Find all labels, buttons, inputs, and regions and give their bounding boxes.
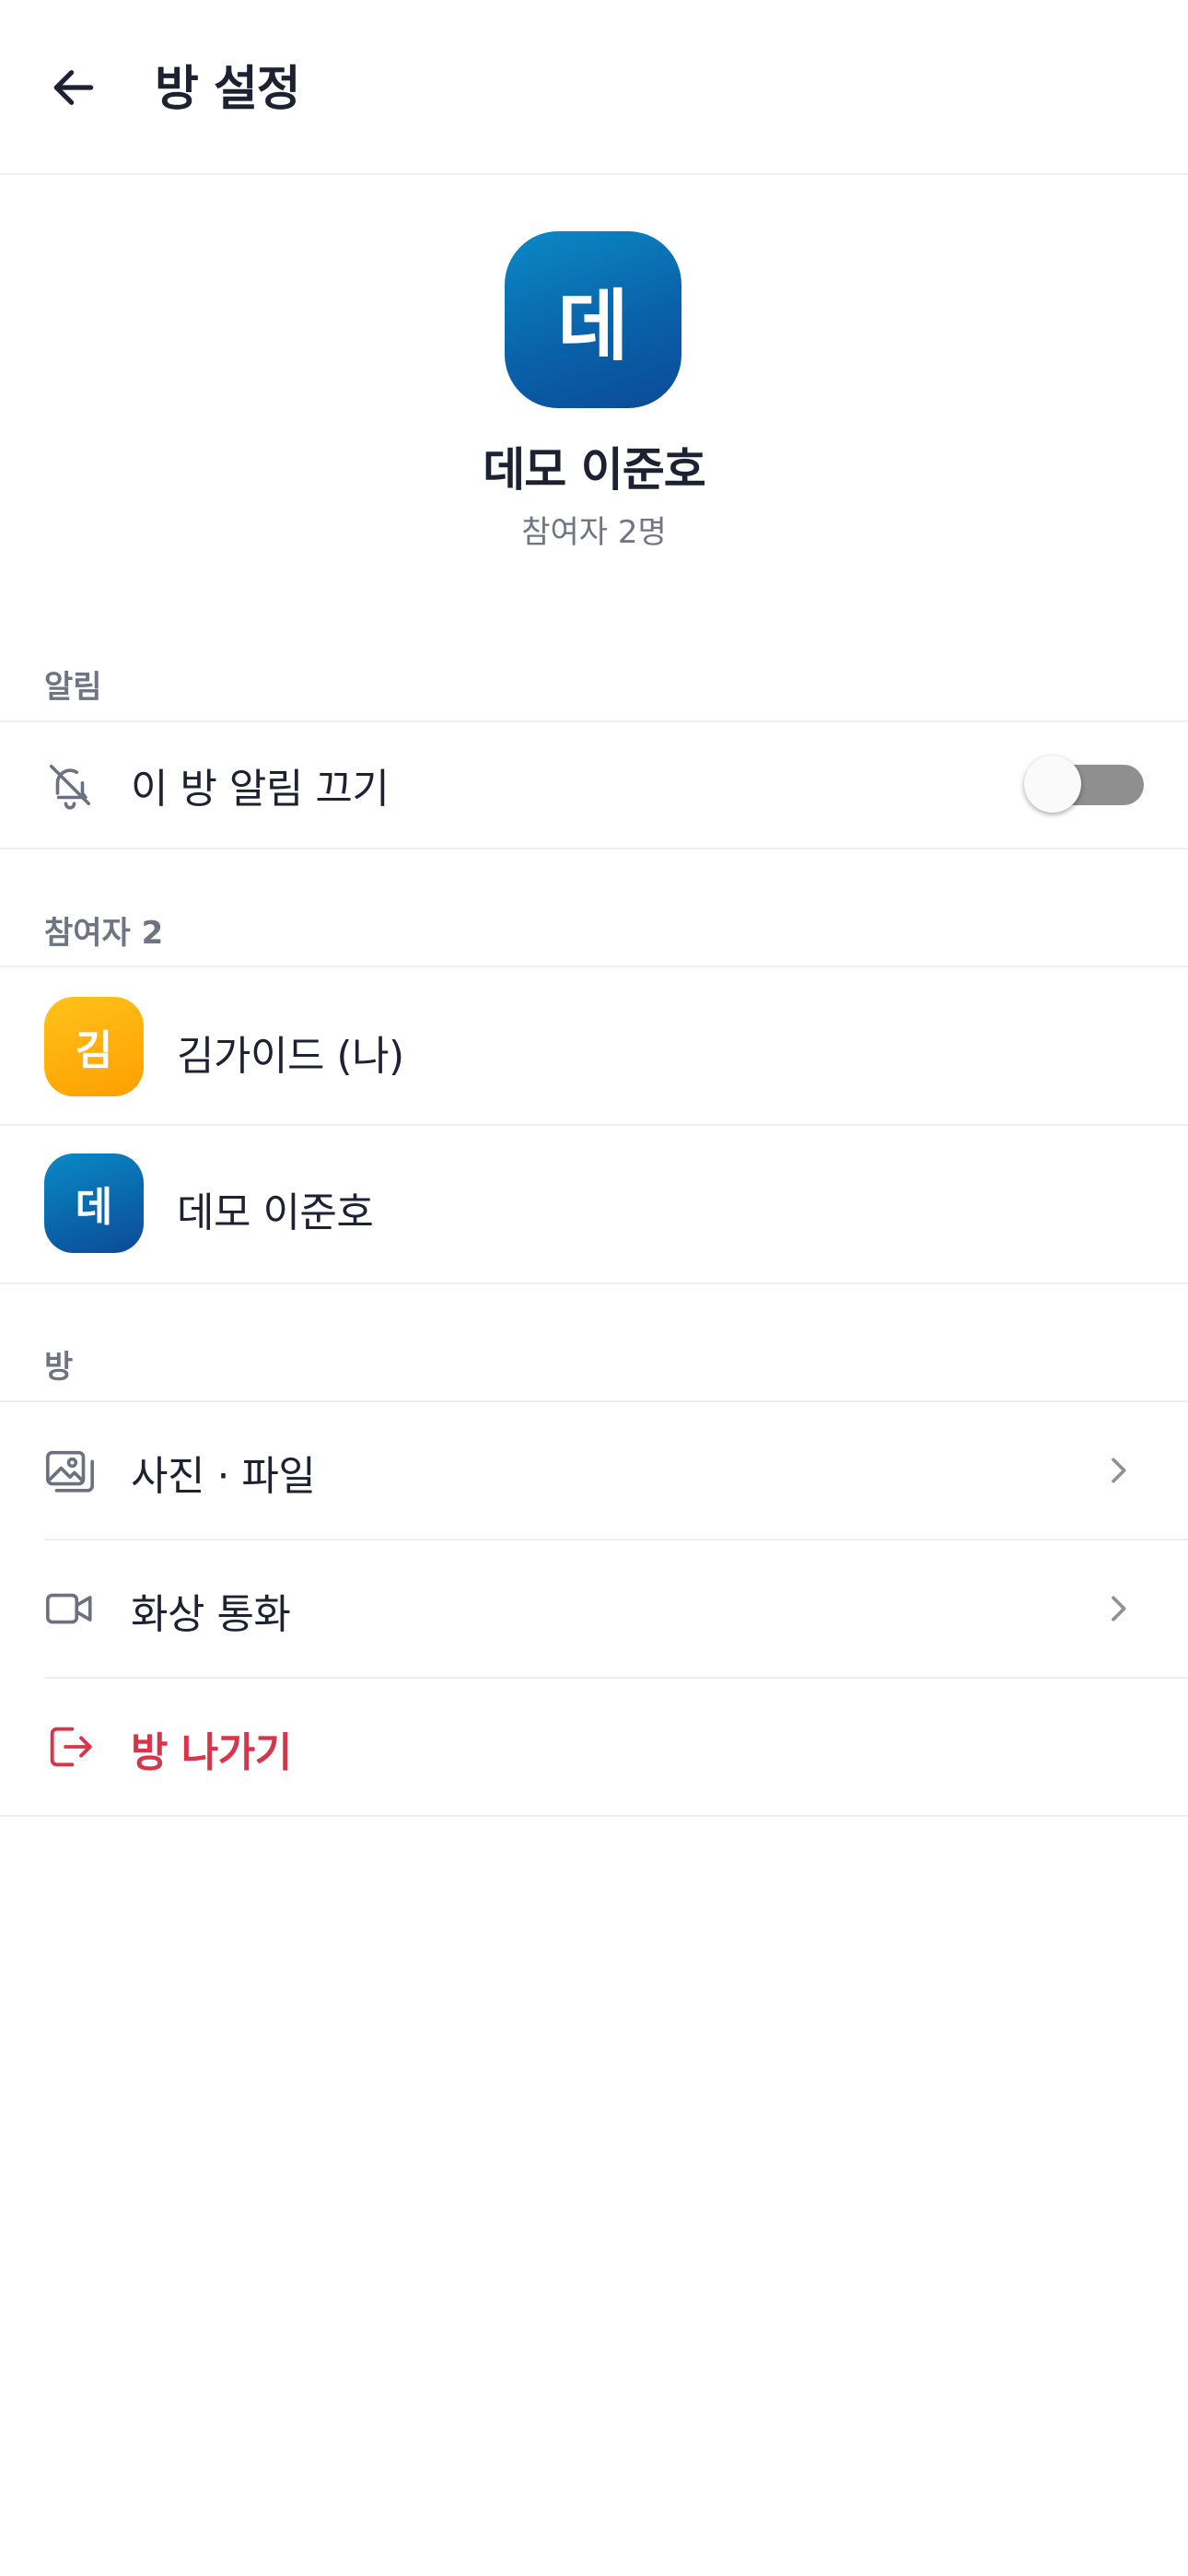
mute-notifications-row[interactable]: 이 방 알림 끄기 — [0, 722, 1188, 848]
leave-room-label: 방 나가기 — [131, 1729, 292, 1776]
leave-room-button[interactable]: 방 나가기 — [0, 1679, 1188, 1815]
participant-row[interactable]: 데 데모 이준호 — [0, 1126, 1188, 1282]
arrow-left-icon — [53, 70, 94, 105]
app-bar: 방 설정 — [0, 0, 1188, 175]
room-avatar: 데 — [505, 231, 681, 408]
bell-off-icon — [41, 755, 99, 814]
avatar: 데 — [44, 1153, 144, 1253]
video-call-row[interactable]: 화상 통화 — [0, 1540, 1188, 1677]
exit-icon — [41, 1717, 99, 1776]
participant-count: 참여자 2명 — [521, 514, 667, 551]
photos-files-row[interactable]: 사진 · 파일 — [0, 1402, 1188, 1539]
video-camera-icon — [41, 1579, 99, 1638]
mute-notifications-label: 이 방 알림 끄기 — [131, 766, 390, 813]
toggle-knob — [1024, 755, 1081, 813]
divider — [0, 1282, 1188, 1284]
chevron-right-icon — [1112, 1458, 1126, 1483]
back-button[interactable] — [37, 51, 111, 124]
divider — [0, 1815, 1188, 1817]
video-call-label: 화상 통화 — [131, 1591, 291, 1638]
page-title: 방 설정 — [155, 62, 301, 117]
participant-row[interactable]: 김 김가이드 (나) — [0, 967, 1188, 1124]
chevron-right-icon — [1112, 1596, 1126, 1622]
image-icon — [41, 1441, 99, 1500]
section-label-room: 방 — [44, 1349, 74, 1386]
avatar: 김 — [44, 997, 144, 1096]
room-name: 데모 이준호 — [483, 443, 705, 497]
divider — [0, 848, 1188, 849]
mute-toggle[interactable] — [1024, 755, 1144, 813]
participant-name: 김가이드 (나) — [177, 1033, 404, 1080]
photos-files-label: 사진 · 파일 — [131, 1453, 316, 1500]
section-label-notifications: 알림 — [44, 669, 102, 706]
participant-name: 데모 이준호 — [177, 1189, 374, 1236]
section-label-participants: 참여자 2 — [44, 915, 164, 952]
